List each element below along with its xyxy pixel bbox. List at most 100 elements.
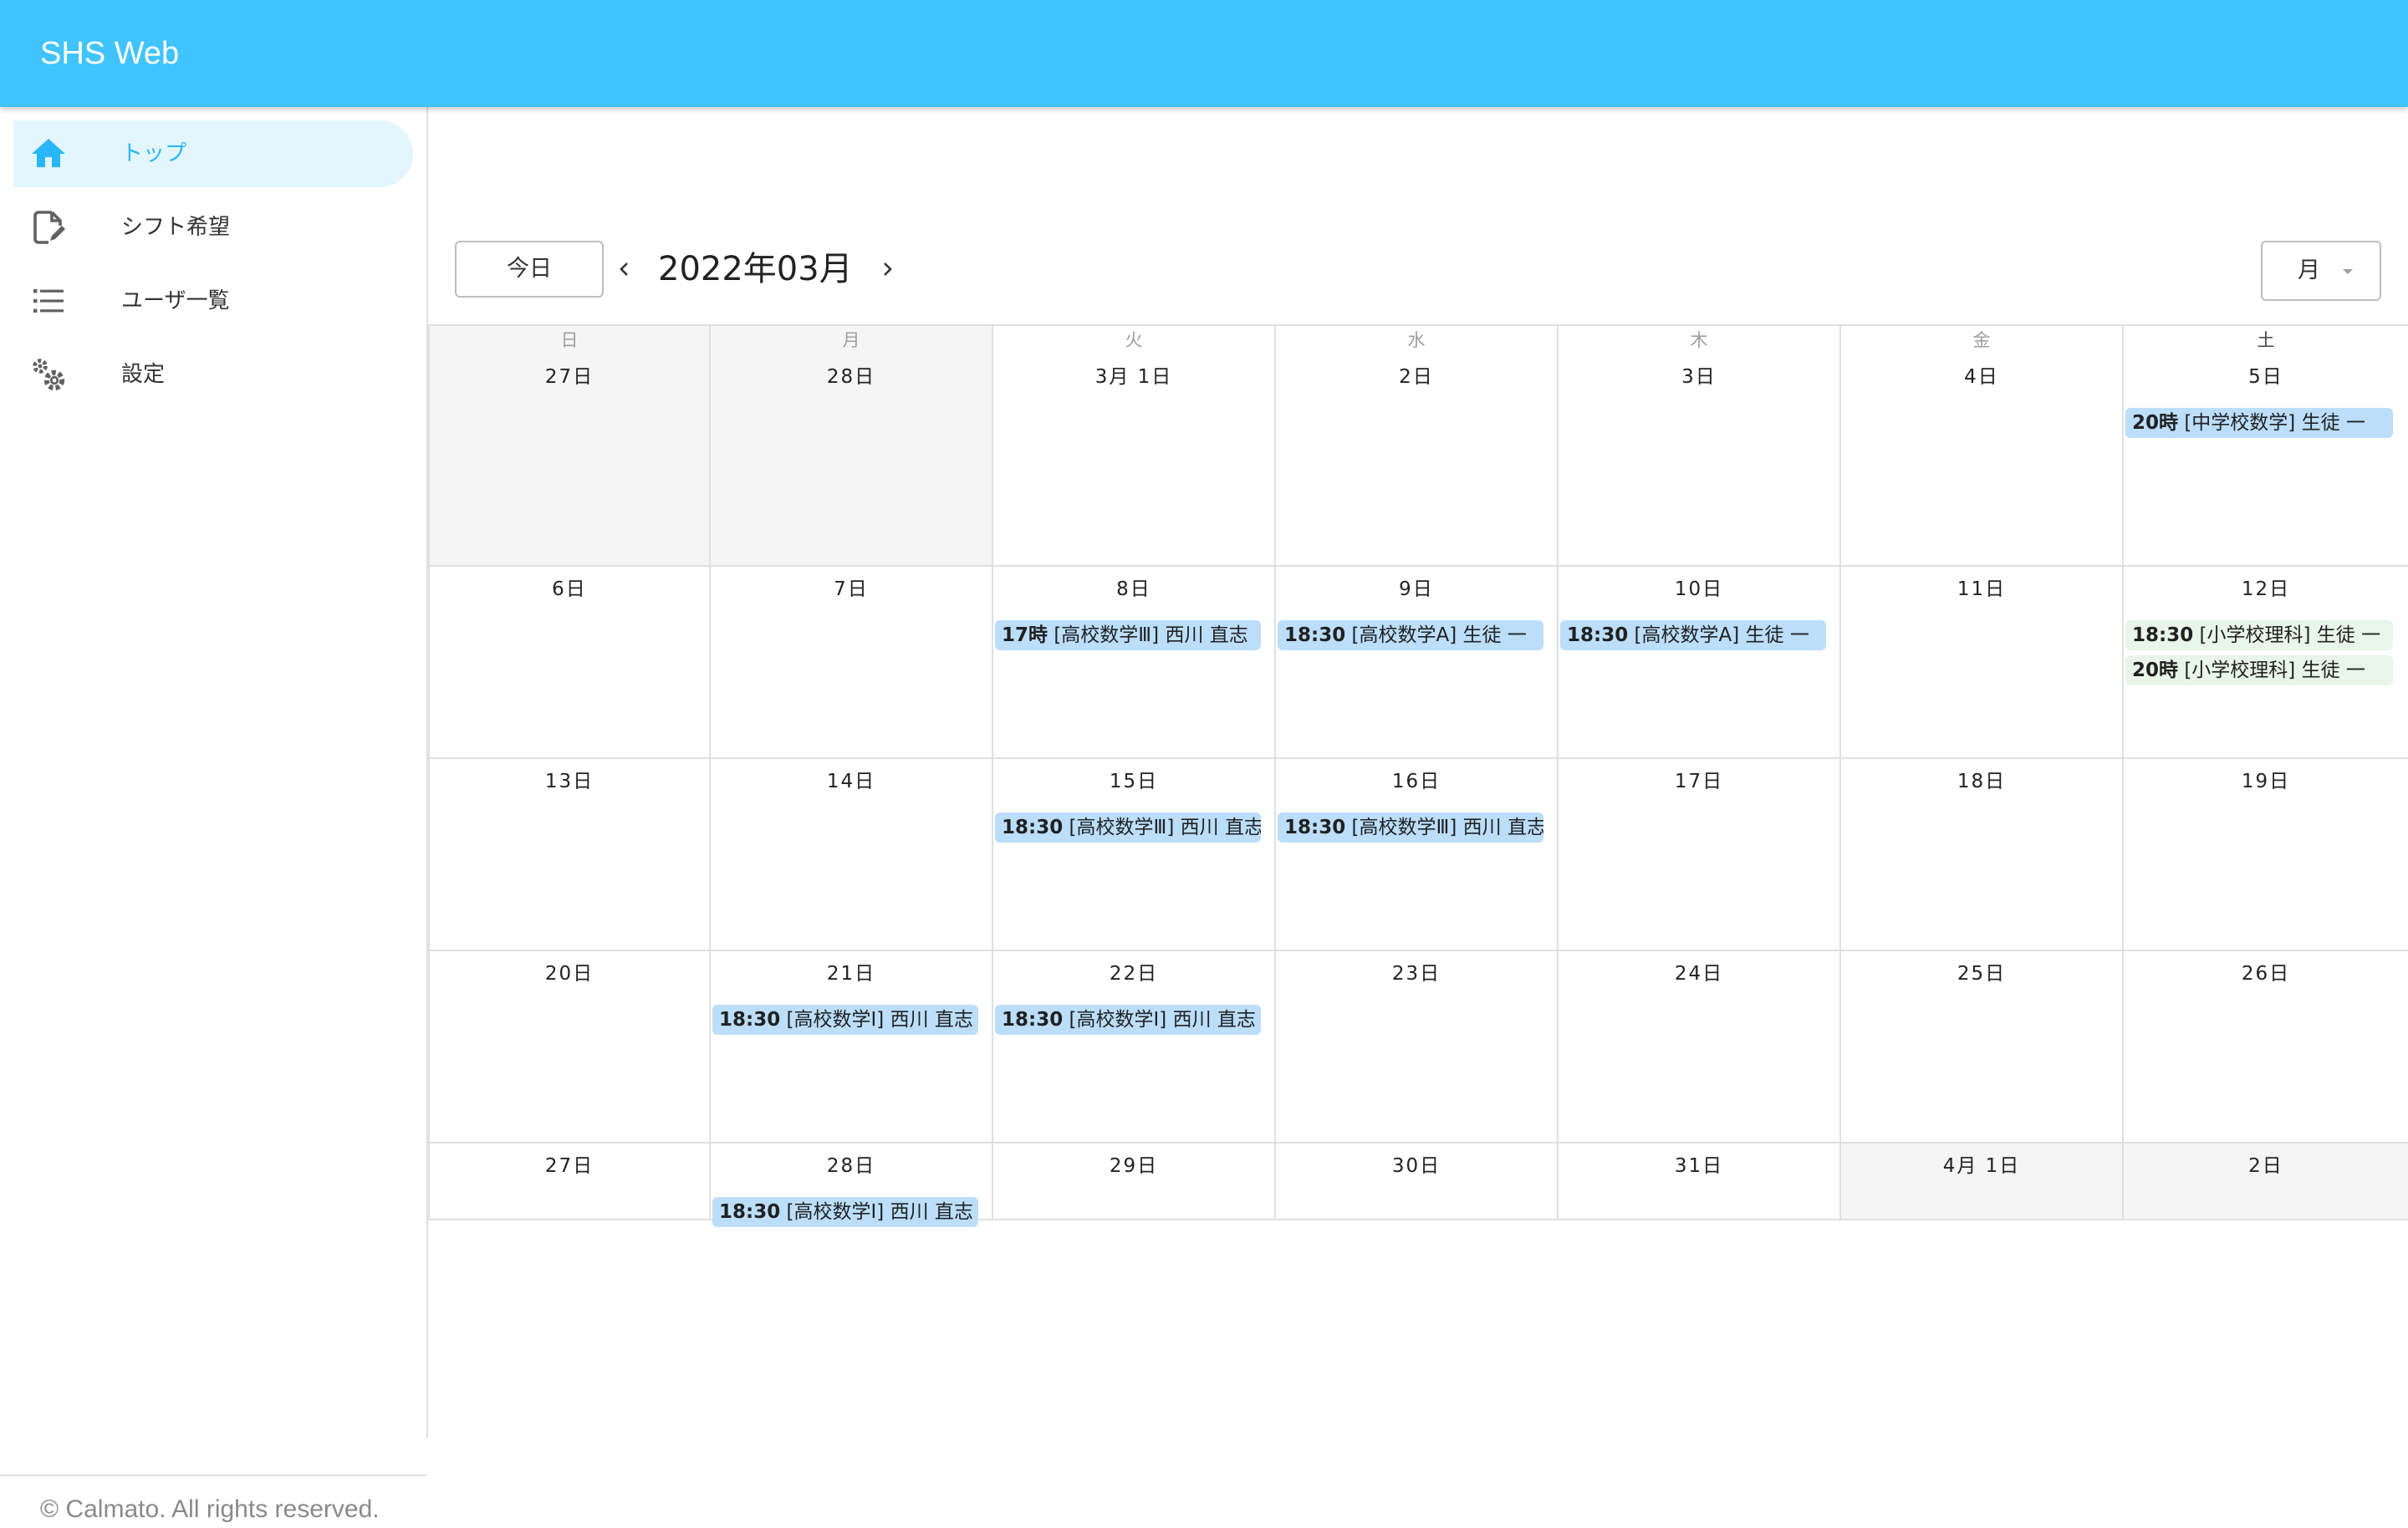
event-time: 18:30 [1284, 817, 1346, 838]
calendar-event[interactable]: 20時 [中学校数学] 生徒 一 [2125, 408, 2393, 438]
calendar-day-cell[interactable]: 20日 [428, 951, 711, 1143]
day-number[interactable]: 22日 [993, 960, 1274, 988]
calendar-day-cell[interactable]: 19日 [2124, 759, 2408, 951]
day-number[interactable]: 23日 [1276, 960, 1557, 988]
sidebar-item-label: シフト希望 [121, 215, 231, 240]
calendar-day-cell[interactable]: 6日 [428, 567, 711, 759]
sidebar-item-shift-request[interactable]: シフト希望 [13, 194, 413, 261]
calendar-day-cell[interactable]: 木 3日 [1559, 326, 1841, 567]
next-month-button[interactable] [871, 247, 905, 291]
day-number[interactable]: 3月 1日 [993, 363, 1274, 391]
day-number[interactable]: 17日 [1559, 767, 1839, 796]
day-number[interactable]: 28日 [711, 363, 992, 391]
day-number[interactable]: 24日 [1559, 960, 1839, 988]
day-number[interactable]: 27日 [430, 1152, 709, 1180]
sidebar-item-settings[interactable]: 設定 [13, 341, 413, 408]
calendar-event[interactable]: 18:30 [高校数学A] 生徒 一 [1278, 620, 1543, 650]
calendar-day-cell[interactable]: 13日 [428, 759, 711, 951]
prev-month-button[interactable] [607, 247, 640, 291]
day-number[interactable]: 11日 [1841, 575, 2122, 604]
today-button[interactable]: 今日 [455, 241, 604, 298]
day-number[interactable]: 21日 [711, 960, 992, 988]
calendar-day-cell[interactable]: 火 3月 1日 [993, 326, 1276, 567]
calendar-event[interactable]: 18:30 [高校数学Ⅲ] 西川 直志 [1278, 812, 1543, 843]
calendar-day-cell[interactable]: 29日 [993, 1143, 1276, 1220]
day-number[interactable]: 27日 [430, 363, 709, 391]
footer-copyright: © Calmato. All rights reserved. [40, 1495, 380, 1523]
calendar-day-cell[interactable]: 31日 [1559, 1143, 1841, 1220]
day-number[interactable]: 3日 [1559, 363, 1839, 391]
calendar-day-cell[interactable]: 金 4日 [1841, 326, 2124, 567]
calendar-day-cell[interactable]: 21日 18:30 [高校数学Ⅰ] 西川 直志 [711, 951, 993, 1143]
edit-document-icon [33, 211, 65, 244]
day-number[interactable]: 16日 [1276, 767, 1557, 796]
event-time: 18:30 [2132, 624, 2194, 646]
calendar-day-cell[interactable]: 17日 [1559, 759, 1841, 951]
calendar-day-cell[interactable]: 23日 [1276, 951, 1559, 1143]
day-number[interactable]: 19日 [2124, 767, 2408, 796]
calendar-day-cell[interactable]: 7日 [711, 567, 993, 759]
day-number[interactable]: 29日 [993, 1152, 1274, 1180]
event-title: [高校数学Ⅲ] 西川 直志 [1063, 817, 1261, 838]
day-number[interactable]: 26日 [2124, 960, 2408, 988]
chevron-left-icon [620, 262, 628, 276]
day-number[interactable]: 30日 [1276, 1152, 1557, 1180]
day-number[interactable]: 10日 [1559, 575, 1839, 604]
calendar-event[interactable]: 20時 [小学校理科] 生徒 一 [2125, 655, 2393, 685]
calendar-day-cell[interactable]: 24日 [1559, 951, 1841, 1143]
calendar-event[interactable]: 18:30 [小学校理科] 生徒 一 [2125, 620, 2393, 650]
event-title: [小学校理科] 生徒 一 [2178, 660, 2365, 681]
calendar-day-cell[interactable]: 12日 18:30 [小学校理科] 生徒 一 20時 [小学校理科] 生徒 一 [2124, 567, 2408, 759]
view-type-select[interactable]: 月 [2261, 241, 2381, 301]
event-title: [高校数学Ⅲ] 西川 直志 [1048, 624, 1248, 646]
calendar-event[interactable]: 18:30 [高校数学Ⅰ] 西川 直志 [712, 1197, 978, 1227]
calendar-event[interactable]: 18:30 [高校数学Ⅲ] 西川 直志 [995, 812, 1261, 843]
calendar-day-cell[interactable]: 月 28日 [711, 326, 993, 567]
calendar-day-cell[interactable]: 30日 [1276, 1143, 1559, 1220]
day-number[interactable]: 9日 [1276, 575, 1557, 604]
calendar-day-cell[interactable]: 25日 [1841, 951, 2124, 1143]
day-number[interactable]: 7日 [711, 575, 992, 604]
calendar-day-cell[interactable]: 15日 18:30 [高校数学Ⅲ] 西川 直志 [993, 759, 1276, 951]
sidebar-item-user-list[interactable]: ユーザ一覧 [13, 267, 413, 334]
day-number[interactable]: 2日 [2124, 1152, 2408, 1180]
calendar-day-cell[interactable]: 日 27日 [428, 326, 711, 567]
day-number[interactable]: 18日 [1841, 767, 2122, 796]
calendar-day-cell[interactable]: 9日 18:30 [高校数学A] 生徒 一 [1276, 567, 1559, 759]
calendar-day-cell[interactable]: 2日 [2124, 1143, 2408, 1220]
calendar-day-cell[interactable]: 27日 [428, 1143, 711, 1220]
sidebar-item-top[interactable]: トップ [13, 120, 413, 187]
day-number[interactable]: 20日 [430, 960, 709, 988]
day-number[interactable]: 4月 1日 [1841, 1152, 2122, 1180]
calendar-day-cell[interactable]: 22日 18:30 [高校数学Ⅰ] 西川 直志 [993, 951, 1276, 1143]
day-number[interactable]: 12日 [2124, 575, 2408, 604]
calendar-day-cell[interactable]: 26日 [2124, 951, 2408, 1143]
calendar-event[interactable]: 18:30 [高校数学Ⅰ] 西川 直志 [712, 1005, 978, 1035]
calendar-day-cell[interactable]: 16日 18:30 [高校数学Ⅲ] 西川 直志 [1276, 759, 1559, 951]
settings-gears-icon [33, 359, 65, 391]
calendar-day-cell[interactable]: 18日 [1841, 759, 2124, 951]
calendar-event[interactable]: 18:30 [高校数学A] 生徒 一 [1560, 620, 1826, 650]
calendar-event[interactable]: 18:30 [高校数学Ⅰ] 西川 直志 [995, 1005, 1261, 1035]
calendar-day-cell[interactable]: 11日 [1841, 567, 2124, 759]
day-number[interactable]: 14日 [711, 767, 992, 796]
day-number[interactable]: 13日 [430, 767, 709, 796]
calendar-day-cell[interactable]: 8日 17時 [高校数学Ⅲ] 西川 直志 [993, 567, 1276, 759]
event-time: 18:30 [1284, 624, 1346, 646]
calendar-day-cell[interactable]: 4月 1日 [1841, 1143, 2124, 1220]
day-number[interactable]: 5日 [2124, 363, 2408, 391]
calendar-day-cell[interactable]: 14日 [711, 759, 993, 951]
day-number[interactable]: 15日 [993, 767, 1274, 796]
day-number[interactable]: 4日 [1841, 363, 2122, 391]
day-number[interactable]: 31日 [1559, 1152, 1839, 1180]
day-number[interactable]: 2日 [1276, 363, 1557, 391]
day-number[interactable]: 6日 [430, 575, 709, 604]
calendar-day-cell[interactable]: 土 5日 20時 [中学校数学] 生徒 一 [2124, 326, 2408, 567]
day-number[interactable]: 25日 [1841, 960, 2122, 988]
day-number[interactable]: 8日 [993, 575, 1274, 604]
calendar-day-cell[interactable]: 28日 18:30 [高校数学Ⅰ] 西川 直志 [711, 1143, 993, 1227]
calendar-day-cell[interactable]: 水 2日 [1276, 326, 1559, 567]
day-number[interactable]: 28日 [711, 1152, 992, 1180]
calendar-day-cell[interactable]: 10日 18:30 [高校数学A] 生徒 一 [1559, 567, 1841, 759]
calendar-event[interactable]: 17時 [高校数学Ⅲ] 西川 直志 [995, 620, 1261, 650]
